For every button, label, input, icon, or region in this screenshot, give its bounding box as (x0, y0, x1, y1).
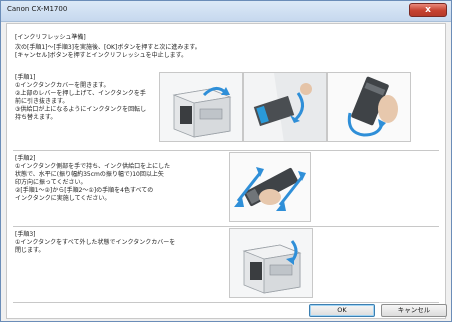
step1-image-open-cover (159, 72, 243, 142)
step2-line: 印方向に振ってください。 (15, 179, 87, 186)
step1-image-rotate-tank (327, 72, 411, 142)
intro-heading: [インクリフレッシュ準備] (15, 34, 86, 41)
step2-image-shake-tank (229, 152, 311, 222)
step1-line: 持ち替えます。 (15, 114, 57, 121)
step1-image-pull-tank (243, 72, 327, 142)
step1-line: ②上部のレバーを押し上げて、インクタンクを手 (15, 90, 146, 97)
step3-line: ①インクタンクをすべて外した状態でインクタンクカバーを (15, 239, 176, 246)
step2-line: 状態で、水平に(振り幅約35cmの振り幅で)10回以上矢 (15, 171, 164, 178)
step3-heading: [手順3] (15, 231, 36, 238)
divider (13, 150, 439, 151)
step3-line: 閉じます。 (15, 247, 45, 254)
step1-line: ①インクタンクカバーを開きます。 (15, 82, 110, 89)
cancel-button[interactable]: キャンセル (381, 304, 447, 317)
divider (13, 226, 439, 227)
step3-image-close-cover (229, 228, 313, 298)
ok-button[interactable]: OK (309, 304, 375, 317)
window-title: Canon CX-M1700 (7, 5, 68, 13)
intro-line-2: [キャンセル]ボタンを押すとインクリフレッシュを中止します。 (15, 52, 188, 59)
divider (13, 302, 439, 303)
content-panel: [インクリフレッシュ準備] 次の[手順1]～[手順3]を実施後、[OK]ボタンを… (6, 23, 446, 319)
close-button[interactable]: x (409, 3, 447, 17)
step2-line: インクタンクに実施してください。 (15, 195, 111, 202)
title-bar[interactable]: Canon CX-M1700 x (1, 1, 451, 22)
step1-heading: [手順1] (15, 74, 36, 81)
step1-line: ③供給口が上になるようにインクタンクを回転し (15, 106, 147, 113)
step1-line: 前に引き抜きます。 (15, 98, 69, 105)
dialog-window: Canon CX-M1700 x [インクリフレッシュ準備] 次の[手順1]～[… (0, 0, 452, 322)
step2-line: ②[手順1～②]から[手順2～①]の手順を4色すべての (15, 187, 154, 194)
step2-line: ①インクタンク側部を手で持ち、インク供給口を上にした (15, 163, 171, 170)
intro-line-1: 次の[手順1]～[手順3]を実施後、[OK]ボタンを押すと次に進みます。 (15, 44, 201, 51)
close-icon: x (425, 5, 431, 15)
step2-heading: [手順2] (15, 155, 36, 162)
